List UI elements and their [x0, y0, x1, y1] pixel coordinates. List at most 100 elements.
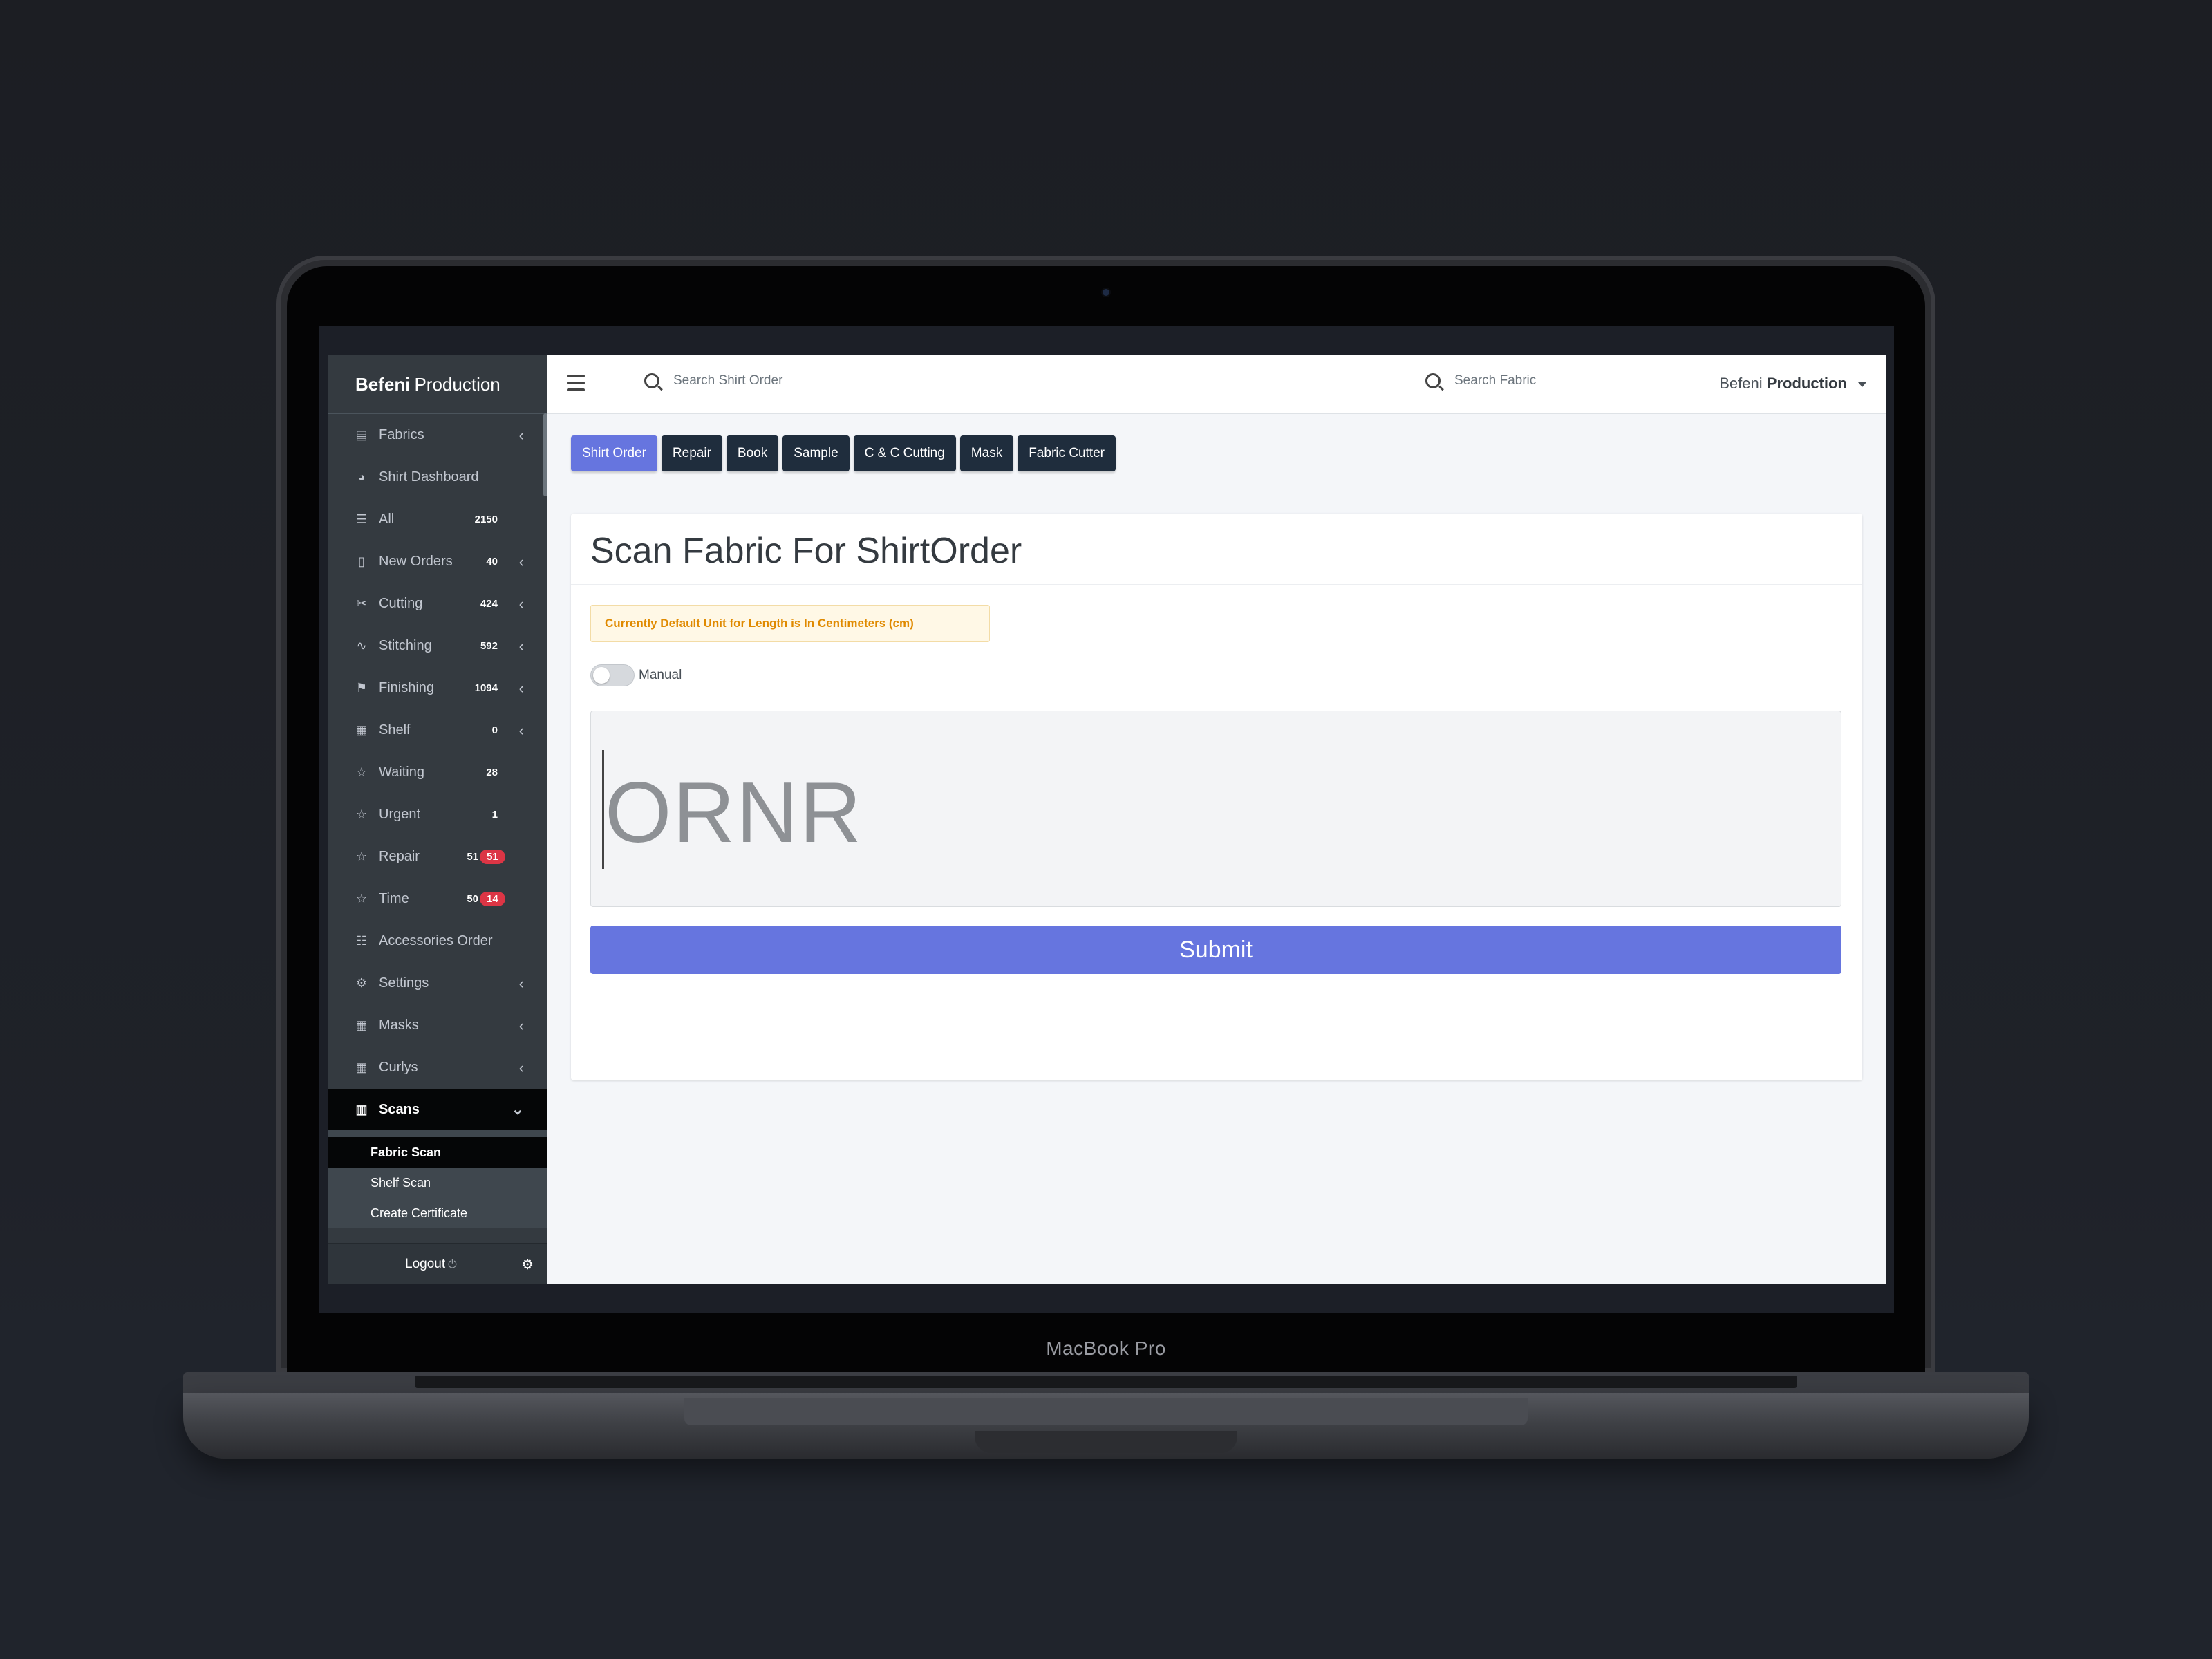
- user-name-normal: Befeni: [1719, 375, 1763, 392]
- flag-icon: ⚑: [355, 681, 368, 695]
- shelf-icon: ▦: [355, 1060, 368, 1074]
- shelf-icon: ▦: [355, 1018, 368, 1032]
- chevron-left-icon: ‹: [518, 721, 524, 739]
- chevron-left-icon: ‹: [518, 1016, 524, 1034]
- lid-notch: [975, 1431, 1237, 1453]
- trackpad-edge: [684, 1398, 1528, 1425]
- sidebar-item-new-orders[interactable]: ▯ New Orders 40 ‹: [328, 541, 547, 583]
- search-fabric-input[interactable]: Search Fabric: [1454, 373, 1536, 388]
- sidebar-item-label: Fabrics: [379, 427, 424, 442]
- list-icon: ☰: [355, 512, 368, 526]
- scan-input-value: ORNR: [605, 765, 863, 861]
- file-icon: ▤: [355, 428, 368, 442]
- sidebar-item-count: 28: [486, 767, 498, 778]
- sidebar-item-label: Waiting: [379, 765, 424, 780]
- sidebar-item-label: Finishing: [379, 680, 435, 695]
- caret-down-icon: [1858, 382, 1866, 387]
- menu-toggle-icon[interactable]: [567, 375, 585, 391]
- sidebar-item-label: All: [379, 512, 395, 527]
- sidebar-item-count: 51: [467, 851, 478, 863]
- sidebar-item-all[interactable]: ☰ All 2150: [328, 498, 547, 541]
- tab-mask[interactable]: Mask: [959, 435, 1014, 471]
- sidebar: Befeni Production ▤ Fabrics ‹ ◕ Shirt Da…: [328, 355, 547, 1284]
- tab-fabric-cutter[interactable]: Fabric Cutter: [1018, 435, 1116, 471]
- sidebar-item-label: Time: [379, 891, 409, 906]
- manual-toggle-group: Manual: [590, 664, 682, 686]
- sidebar-item-scans[interactable]: ▥ Scans ⌄: [328, 1089, 547, 1130]
- sidebar-item-label: Settings: [379, 975, 429, 991]
- order-type-tabs: Shirt Order Repair Book Sample C & C Cut…: [571, 435, 1116, 471]
- submenu-item-fabric-scan[interactable]: Fabric Scan: [328, 1137, 547, 1168]
- logout-label: Logout: [405, 1257, 446, 1271]
- tab-cc-cutting[interactable]: C & C Cutting: [853, 435, 956, 471]
- sidebar-item-shirt-dashboard[interactable]: ◕ Shirt Dashboard: [328, 456, 547, 498]
- logout-button[interactable]: Logout ⏻: [405, 1257, 457, 1272]
- brand-normal: Production: [414, 373, 500, 395]
- sidebar-item-label: Shelf: [379, 722, 411, 738]
- sidebar-footer: Logout ⏻ ⚙: [328, 1243, 547, 1284]
- submenu-item-create-certificate[interactable]: Create Certificate: [328, 1198, 547, 1228]
- laptop-screen: Befeni Production ▤ Fabrics ‹ ◕ Shirt Da…: [319, 326, 1894, 1313]
- manual-toggle-label: Manual: [639, 668, 682, 682]
- manual-toggle[interactable]: [590, 664, 635, 686]
- search-fabric[interactable]: Search Fabric: [1425, 373, 1536, 388]
- submit-button[interactable]: Submit: [590, 926, 1841, 974]
- scan-input[interactable]: ORNR: [590, 711, 1841, 907]
- chevron-left-icon: ‹: [518, 679, 524, 697]
- sidebar-item-settings[interactable]: ⚙ Settings ‹: [328, 962, 547, 1004]
- star-icon: ☆: [355, 892, 368, 906]
- sidebar-nav: ▤ Fabrics ‹ ◕ Shirt Dashboard ☰ All 2150…: [328, 414, 547, 1228]
- barcode-icon: ▥: [355, 1102, 368, 1116]
- sidebar-item-stitching[interactable]: ∿ Stitching 592 ‹: [328, 625, 547, 667]
- sidebar-item-count: 50: [467, 893, 478, 905]
- search-shirt-order[interactable]: Search Shirt Order: [644, 373, 782, 388]
- gear-icon[interactable]: ⚙: [521, 1256, 534, 1273]
- chevron-left-icon: ‹: [518, 552, 524, 570]
- star-icon: ☆: [355, 850, 368, 863]
- user-menu[interactable]: Befeni Production: [1719, 375, 1866, 393]
- alert-badge: 51: [480, 850, 505, 864]
- divider: [571, 584, 1862, 585]
- unit-alert: Currently Default Unit for Length is In …: [590, 605, 990, 642]
- tab-repair[interactable]: Repair: [661, 435, 722, 471]
- sidebar-item-masks[interactable]: ▦ Masks ‹: [328, 1004, 547, 1047]
- sidebar-item-urgent[interactable]: ☆ Urgent 1: [328, 794, 547, 836]
- search-icon: [644, 373, 659, 388]
- text-cursor: [602, 750, 604, 869]
- app-window: Befeni Production ▤ Fabrics ‹ ◕ Shirt Da…: [328, 355, 1886, 1284]
- scans-submenu: Fabric Scan Shelf Scan Create Certificat…: [328, 1130, 547, 1228]
- brand-logo[interactable]: Befeni Production: [328, 355, 547, 414]
- main-content: Shirt Order Repair Book Sample C & C Cut…: [547, 413, 1886, 1284]
- sidebar-item-shelf[interactable]: ▦ Shelf 0 ‹: [328, 709, 547, 751]
- sidebar-item-label: Urgent: [379, 807, 421, 822]
- sidebar-item-count: 592: [480, 640, 498, 652]
- sidebar-item-repair[interactable]: ☆ Repair 51 51: [328, 836, 547, 878]
- search-icon: [1425, 373, 1441, 388]
- sidebar-item-count: 0: [491, 724, 498, 736]
- sidebar-item-accessories-order[interactable]: ☷ Accessories Order: [328, 920, 547, 962]
- sidebar-item-finishing[interactable]: ⚑ Finishing 1094 ‹: [328, 667, 547, 709]
- sidebar-item-waiting[interactable]: ☆ Waiting 28: [328, 751, 547, 794]
- tab-shirt-order[interactable]: Shirt Order: [571, 435, 657, 471]
- sidebar-item-fabrics[interactable]: ▤ Fabrics ‹: [328, 414, 547, 456]
- chevron-down-icon: ⌄: [511, 1100, 524, 1118]
- sidebar-item-label: Repair: [379, 849, 420, 864]
- search-shirt-order-input[interactable]: Search Shirt Order: [673, 373, 782, 388]
- scan-card: Scan Fabric For ShirtOrder Currently Def…: [571, 514, 1862, 1080]
- shelf-icon: ▦: [355, 723, 368, 737]
- file-outline-icon: ▯: [358, 554, 365, 568]
- star-icon: ☆: [355, 765, 368, 779]
- sidebar-item-cutting[interactable]: ✂ Cutting 424 ‹: [328, 583, 547, 625]
- sidebar-item-label: Cutting: [379, 596, 423, 611]
- device-label: MacBook Pro: [1046, 1338, 1166, 1359]
- list-alt-icon: ☷: [355, 934, 368, 948]
- submenu-item-shelf-scan[interactable]: Shelf Scan: [328, 1168, 547, 1198]
- tab-book[interactable]: Book: [726, 435, 779, 471]
- sidebar-item-label: New Orders: [379, 554, 453, 569]
- tab-sample[interactable]: Sample: [782, 435, 850, 471]
- sidebar-item-label: Curlys: [379, 1060, 418, 1075]
- sidebar-item-time[interactable]: ☆ Time 50 14: [328, 878, 547, 920]
- sidebar-item-curlys[interactable]: ▦ Curlys ‹: [328, 1047, 547, 1089]
- sidebar-item-count: 40: [486, 556, 498, 568]
- sidebar-item-count: 1: [491, 809, 498, 821]
